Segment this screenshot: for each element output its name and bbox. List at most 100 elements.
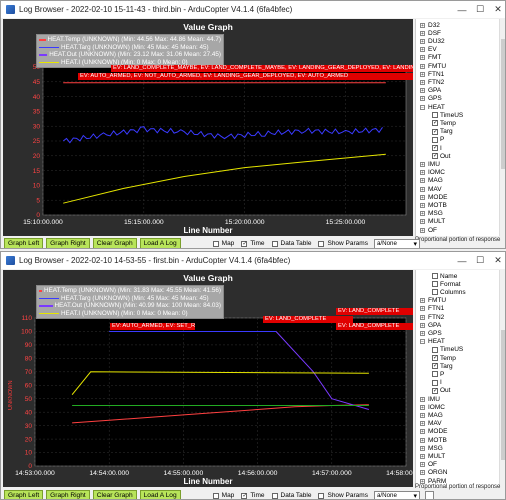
instance-select[interactable]: a/None xyxy=(373,238,420,248)
expand-icon[interactable]: + xyxy=(420,170,425,176)
checkbox-box[interactable]: ✓ xyxy=(432,153,438,160)
checkbox-box[interactable]: ✓ xyxy=(241,492,247,499)
expand-icon[interactable]: + xyxy=(420,306,425,312)
tree-node-mav[interactable]: + MAV xyxy=(420,420,442,428)
tree-node-msg[interactable]: + MSG xyxy=(420,444,443,452)
checkbox-box[interactable]: ✓ xyxy=(432,355,438,361)
close-icon[interactable]: ✕ xyxy=(489,252,505,269)
field-tree[interactable]: Name Format Columns + FMTU + FTN1 + FTN2 + GPA + GPS… xyxy=(415,270,505,487)
tree-field-name[interactable]: Name xyxy=(432,272,457,280)
checkbox-box[interactable] xyxy=(432,112,438,119)
checkbox-box[interactable] xyxy=(318,492,325,499)
tree-node-du32[interactable]: + DU32 xyxy=(420,37,445,45)
tree-node-orgn[interactable]: + ORGN xyxy=(420,469,448,477)
expand-icon[interactable]: + xyxy=(420,453,425,459)
tree-field-temp[interactable]: ✓ Temp xyxy=(432,354,456,362)
extra-checkbox[interactable] xyxy=(424,491,434,499)
expand-icon[interactable]: + xyxy=(420,396,425,402)
checkbox-box[interactable] xyxy=(432,371,438,378)
field-tree[interactable]: + D32 + DSF + DU32 + EV + FMT + FMTU + FTN1 + FTN2 + GPA +… xyxy=(415,19,505,236)
expand-icon[interactable]: + xyxy=(420,22,425,28)
tree-node-fmt[interactable]: + FMT xyxy=(420,54,441,62)
close-icon[interactable]: ✕ xyxy=(489,1,505,18)
tree-field-out[interactable]: ✓ Out xyxy=(432,152,450,160)
tree-field-p[interactable]: P xyxy=(432,370,444,378)
tree-node-ftn1[interactable]: + FTN1 xyxy=(420,305,444,313)
tree-scrollbar[interactable] xyxy=(499,270,505,487)
graph-left-button[interactable]: Graph Left xyxy=(4,490,44,499)
tree-node-motb[interactable]: + MOTB xyxy=(420,201,447,209)
checkbox-box[interactable]: ✓ xyxy=(432,387,438,394)
checkbox-box[interactable]: ✓ xyxy=(432,128,438,135)
tree-node-mode[interactable]: + MODE xyxy=(420,193,448,201)
value-graph[interactable]: 5045403530252015105015:10:00.00015:15:00… xyxy=(3,19,413,236)
tree-node-ftn2[interactable]: + FTN2 xyxy=(420,78,444,86)
tree-node-ftn2[interactable]: + FTN2 xyxy=(420,313,444,321)
expand-icon[interactable]: + xyxy=(420,178,425,184)
checkbox-box[interactable] xyxy=(318,240,325,247)
expand-icon[interactable]: + xyxy=(420,437,425,443)
tree-node-mag[interactable]: + MAG xyxy=(420,411,443,419)
time-checkbox[interactable]: ✓ Time xyxy=(241,240,265,247)
expand-icon[interactable]: + xyxy=(420,322,425,328)
tree-field-out[interactable]: ✓ Out xyxy=(432,387,450,395)
checkbox-box[interactable] xyxy=(432,346,438,353)
expand-icon[interactable]: + xyxy=(420,194,425,200)
checkbox-box[interactable] xyxy=(212,240,219,247)
title-bar[interactable]: Log Browser - 2022-02-10 14-53-55 - firs… xyxy=(1,252,505,269)
data-table-checkbox[interactable]: Data Table xyxy=(271,492,311,499)
expand-icon[interactable]: + xyxy=(420,404,425,410)
checkbox-box[interactable]: ✓ xyxy=(432,363,438,370)
checkbox-box[interactable] xyxy=(271,240,278,247)
map-checkbox[interactable]: Map xyxy=(212,492,234,499)
graph-right-button[interactable]: Graph Right xyxy=(46,238,90,248)
checkbox-box[interactable] xyxy=(271,492,278,499)
tree-node-motb[interactable]: + MOTB xyxy=(420,436,447,444)
tree-node-mult[interactable]: + MULT xyxy=(420,218,445,226)
instance-select[interactable]: a/None xyxy=(373,490,420,499)
expand-icon[interactable]: + xyxy=(420,161,425,167)
tree-node-mode[interactable]: + MODE xyxy=(420,428,448,436)
expand-icon[interactable]: + xyxy=(420,219,425,225)
expand-icon[interactable]: + xyxy=(420,211,425,217)
checkbox-box[interactable] xyxy=(432,281,438,288)
tree-node-mag[interactable]: + MAG xyxy=(420,177,443,185)
tree-node-gps[interactable]: + GPS xyxy=(420,329,442,337)
tree-node-mav[interactable]: + MAV xyxy=(420,185,442,193)
minimize-icon[interactable]: — xyxy=(453,252,471,269)
graph-right-button[interactable]: Graph Right xyxy=(46,490,90,499)
data-table-checkbox[interactable]: Data Table xyxy=(271,240,311,247)
checkbox-box[interactable]: ✓ xyxy=(432,120,438,127)
tree-node-gpa[interactable]: + GPA xyxy=(420,87,441,95)
expand-icon[interactable]: + xyxy=(420,462,425,468)
title-bar[interactable]: Log Browser - 2022-02-10 15-11-43 - thir… xyxy=(1,1,505,18)
minimize-icon[interactable]: — xyxy=(453,1,471,18)
tree-field-i[interactable]: I xyxy=(432,379,442,387)
tree-node-mult[interactable]: + MULT xyxy=(420,452,445,460)
tree-node-iomc[interactable]: + IOMC xyxy=(420,403,445,411)
graph-left-button[interactable]: Graph Left xyxy=(4,238,44,248)
tree-field-timeus[interactable]: TimeUS xyxy=(432,346,463,354)
scrollbar-thumb[interactable] xyxy=(501,330,505,460)
load-log-button[interactable]: Load A Log xyxy=(139,490,181,499)
clear-graph-button[interactable]: Clear Graph xyxy=(92,490,137,499)
tree-node-heat[interactable]: − HEAT xyxy=(420,103,445,111)
tree-field-i[interactable]: ✓ I xyxy=(432,144,442,152)
load-log-button[interactable]: Load A Log xyxy=(139,238,181,248)
expand-icon[interactable]: + xyxy=(420,30,425,36)
value-graph[interactable]: 110 100 90 80 70 60 50 40 30 20 10 0 14:53:00.000 14:… xyxy=(3,270,413,487)
expand-icon[interactable]: + xyxy=(420,298,425,304)
tree-node-ev[interactable]: + EV xyxy=(420,46,437,54)
expand-icon[interactable]: + xyxy=(420,38,425,44)
tree-node-heat[interactable]: − HEAT xyxy=(420,338,445,346)
expand-icon[interactable]: + xyxy=(420,186,425,192)
expand-icon[interactable]: + xyxy=(420,429,425,435)
tree-node-gps[interactable]: + GPS xyxy=(420,95,442,103)
checkbox-box[interactable]: ✓ xyxy=(241,240,247,247)
tree-node-imu[interactable]: + IMU xyxy=(420,160,440,168)
checkbox-box[interactable] xyxy=(432,379,438,386)
expand-icon[interactable]: + xyxy=(420,445,425,451)
collapse-icon[interactable]: − xyxy=(420,339,425,345)
maximize-icon[interactable]: ☐ xyxy=(471,252,489,269)
tree-node-dsf[interactable]: + DSF xyxy=(420,29,441,37)
